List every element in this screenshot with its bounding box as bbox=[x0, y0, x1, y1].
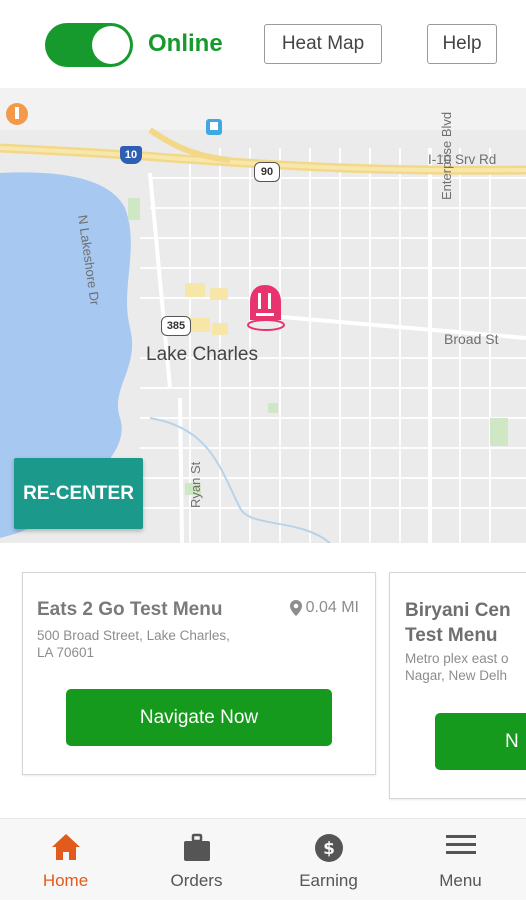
home-icon bbox=[51, 834, 80, 860]
online-toggle[interactable] bbox=[45, 23, 133, 67]
map-label-broad-st: Broad St bbox=[444, 331, 499, 347]
map-label-ryan-st: Ryan St bbox=[188, 461, 203, 508]
route-385-shield: 385 bbox=[161, 316, 191, 336]
navigate-now-button[interactable]: N bbox=[435, 713, 526, 770]
map-label-lake-charles: Lake Charles bbox=[146, 344, 258, 365]
heat-map-button[interactable]: Heat Map bbox=[264, 24, 382, 64]
address-line-2: LA 70601 bbox=[37, 645, 95, 660]
distance-value: 0.04 MI bbox=[305, 599, 359, 616]
help-button[interactable]: Help bbox=[427, 24, 497, 64]
dollar-icon: $ bbox=[314, 834, 343, 862]
bottom-navigation: Home Orders $ Earning Menu bbox=[0, 818, 526, 900]
address-line-1: 500 Broad Street, Lake Charles, bbox=[37, 628, 230, 643]
map-label-enterprise-blvd: Enterprise Blvd bbox=[439, 111, 454, 200]
restaurant-cards-carousel[interactable]: Eats 2 Go Test Menu 0.04 MI 500 Broad St… bbox=[0, 543, 526, 818]
restaurant-address: 500 Broad Street, Lake Charles, LA 70601 bbox=[37, 627, 267, 661]
nav-earning-label: Earning bbox=[299, 871, 358, 890]
nav-orders-label: Orders bbox=[170, 871, 223, 890]
interstate-10-shield: 10 bbox=[120, 146, 142, 164]
restaurant-name: Biryani Cen Test Menu bbox=[405, 598, 526, 648]
address-line-2: Nagar, New Delh bbox=[405, 668, 508, 683]
location-pin-icon bbox=[289, 600, 302, 616]
navigate-now-button[interactable]: Navigate Now bbox=[66, 689, 332, 746]
restaurant-name: Eats 2 Go Test Menu bbox=[37, 599, 223, 620]
us-90-shield: 90 bbox=[254, 162, 280, 182]
restaurant-card[interactable]: Biryani Cen Test Menu Metro plex east o … bbox=[389, 572, 526, 799]
restaurant-card[interactable]: Eats 2 Go Test Menu 0.04 MI 500 Broad St… bbox=[22, 572, 376, 775]
restaurant-address: Metro plex east o Nagar, New Delh bbox=[405, 650, 526, 684]
nav-earning[interactable]: $ Earning bbox=[263, 819, 394, 901]
toggle-knob bbox=[92, 26, 130, 64]
nav-home-label: Home bbox=[42, 871, 89, 890]
top-bar: Online Heat Map Help bbox=[0, 0, 526, 88]
distance: 0.04 MI bbox=[289, 599, 359, 617]
address-line-1: Metro plex east o bbox=[405, 651, 509, 666]
online-status-label: Online bbox=[148, 30, 223, 57]
restaurant-name-line-2: Test Menu bbox=[405, 625, 498, 646]
nav-menu-label: Menu bbox=[439, 871, 482, 890]
re-center-button[interactable]: RE-CENTER bbox=[14, 458, 143, 529]
hamburger-icon bbox=[445, 835, 476, 854]
nav-orders[interactable]: Orders bbox=[131, 819, 262, 901]
svg-text:$: $ bbox=[323, 839, 335, 859]
nav-menu[interactable]: Menu bbox=[395, 819, 526, 901]
nav-home[interactable]: Home bbox=[0, 819, 131, 901]
restaurant-name-line-1: Biryani Cen bbox=[405, 600, 511, 621]
bag-icon bbox=[183, 833, 210, 861]
